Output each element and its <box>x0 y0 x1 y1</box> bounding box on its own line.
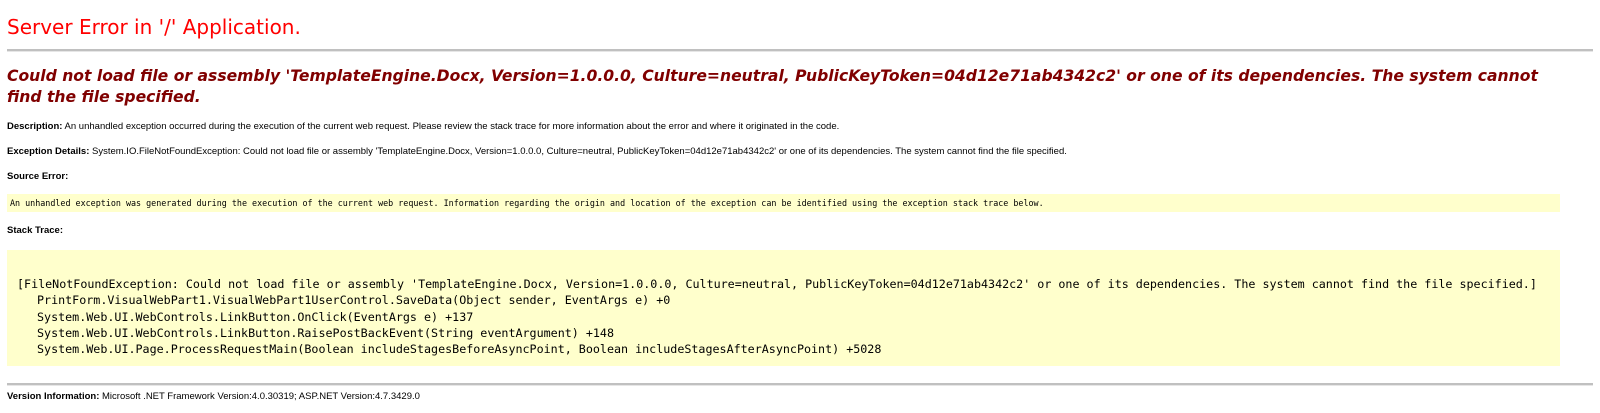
stack-frame: System.Web.UI.Page.ProcessRequestMain(Bo… <box>37 342 882 357</box>
source-error-line: Source Error: <box>7 171 68 183</box>
stack-exception-line: [FileNotFoundException: Could not load f… <box>17 277 1537 291</box>
description-label: Description: <box>7 121 63 132</box>
footer-divider <box>7 383 1593 386</box>
stack-trace-line: Stack Trace: <box>7 225 63 237</box>
description-line: Description: An unhandled exception occu… <box>7 121 839 133</box>
stack-frame: System.Web.UI.WebControls.LinkButton.Rai… <box>37 325 614 340</box>
exception-details-text: System.IO.FileNotFoundException: Could n… <box>89 146 1067 157</box>
exception-details-line: Exception Details: System.IO.FileNotFoun… <box>7 146 1067 158</box>
title-divider <box>7 49 1593 52</box>
page-title: Server Error in '/' Application. <box>7 15 301 39</box>
stack-frame: System.Web.UI.WebControls.LinkButton.OnC… <box>37 309 474 324</box>
description-text: An unhandled exception occurred during t… <box>62 121 840 132</box>
source-error-text: An unhandled exception was generated dur… <box>10 198 1044 208</box>
version-information-text: Microsoft .NET Framework Version:4.0.303… <box>99 391 420 402</box>
stack-trace-label: Stack Trace: <box>7 225 63 236</box>
stack-trace-box: [FileNotFoundException: Could not load f… <box>7 250 1560 366</box>
version-information-line: Version Information: Microsoft .NET Fram… <box>7 391 420 403</box>
error-message: Could not load file or assembly 'Templat… <box>7 67 1538 106</box>
stack-trace-lines: [FileNotFoundException: Could not load f… <box>17 276 1537 357</box>
source-error-label: Source Error: <box>7 171 69 182</box>
source-error-box: An unhandled exception was generated dur… <box>7 194 1560 212</box>
exception-details-label: Exception Details: <box>7 146 90 157</box>
version-information-label: Version Information: <box>7 391 100 402</box>
stack-frame: PrintForm.VisualWebPart1.VisualWebPart1U… <box>37 293 671 308</box>
